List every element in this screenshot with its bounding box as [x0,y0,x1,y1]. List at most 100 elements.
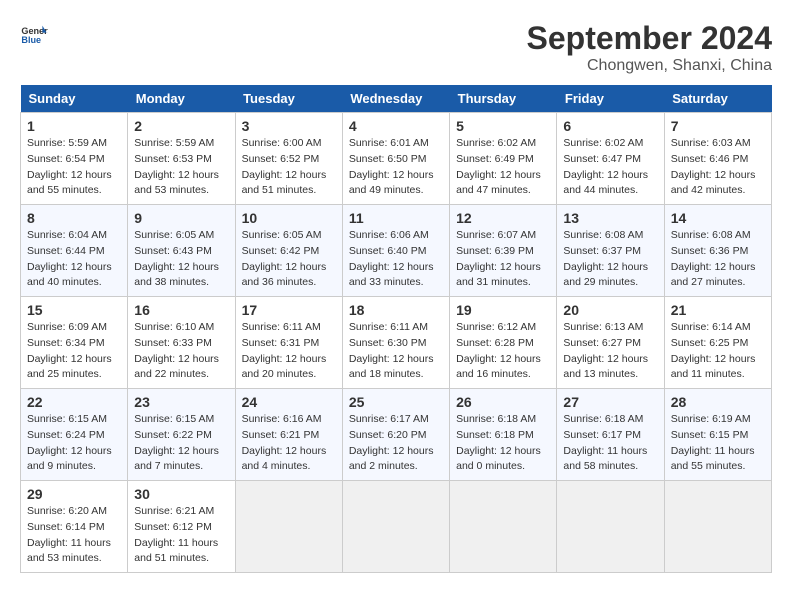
day-number: 3 [242,118,336,134]
day-info: Sunrise: 6:15 AM Sunset: 6:22 PM Dayligh… [134,412,228,475]
day-info: Sunrise: 6:19 AM Sunset: 6:15 PM Dayligh… [671,412,765,475]
day-info: Sunrise: 6:20 AM Sunset: 6:14 PM Dayligh… [27,504,121,567]
day-number: 17 [242,302,336,318]
day-info: Sunrise: 5:59 AM Sunset: 6:53 PM Dayligh… [134,136,228,199]
page-header: General Blue September 2024 Chongwen, Sh… [20,20,772,75]
table-row: 12 Sunrise: 6:07 AM Sunset: 6:39 PM Dayl… [450,205,557,297]
day-number: 23 [134,394,228,410]
table-row: 26 Sunrise: 6:18 AM Sunset: 6:18 PM Dayl… [450,389,557,481]
day-number: 7 [671,118,765,134]
table-row [342,481,449,573]
header-row: Sunday Monday Tuesday Wednesday Thursday… [21,85,772,113]
table-row: 14 Sunrise: 6:08 AM Sunset: 6:36 PM Dayl… [664,205,771,297]
table-row: 28 Sunrise: 6:19 AM Sunset: 6:15 PM Dayl… [664,389,771,481]
day-number: 24 [242,394,336,410]
table-row: 24 Sunrise: 6:16 AM Sunset: 6:21 PM Dayl… [235,389,342,481]
table-row: 19 Sunrise: 6:12 AM Sunset: 6:28 PM Dayl… [450,297,557,389]
month-year: September 2024 [527,20,772,57]
location: Chongwen, Shanxi, China [527,57,772,75]
table-row: 13 Sunrise: 6:08 AM Sunset: 6:37 PM Dayl… [557,205,664,297]
table-row: 16 Sunrise: 6:10 AM Sunset: 6:33 PM Dayl… [128,297,235,389]
col-monday: Monday [128,85,235,113]
day-info: Sunrise: 6:17 AM Sunset: 6:20 PM Dayligh… [349,412,443,475]
logo: General Blue [20,20,48,48]
day-info: Sunrise: 6:11 AM Sunset: 6:31 PM Dayligh… [242,320,336,383]
day-info: Sunrise: 6:10 AM Sunset: 6:33 PM Dayligh… [134,320,228,383]
table-row: 15 Sunrise: 6:09 AM Sunset: 6:34 PM Dayl… [21,297,128,389]
day-info: Sunrise: 6:00 AM Sunset: 6:52 PM Dayligh… [242,136,336,199]
day-info: Sunrise: 6:15 AM Sunset: 6:24 PM Dayligh… [27,412,121,475]
day-info: Sunrise: 6:18 AM Sunset: 6:17 PM Dayligh… [563,412,657,475]
calendar-week-1: 8 Sunrise: 6:04 AM Sunset: 6:44 PM Dayli… [21,205,772,297]
day-number: 9 [134,210,228,226]
calendar-week-4: 29 Sunrise: 6:20 AM Sunset: 6:14 PM Dayl… [21,481,772,573]
day-number: 19 [456,302,550,318]
table-row: 29 Sunrise: 6:20 AM Sunset: 6:14 PM Dayl… [21,481,128,573]
svg-text:Blue: Blue [21,35,41,45]
title-block: September 2024 Chongwen, Shanxi, China [527,20,772,75]
day-number: 13 [563,210,657,226]
day-info: Sunrise: 6:13 AM Sunset: 6:27 PM Dayligh… [563,320,657,383]
calendar-week-2: 15 Sunrise: 6:09 AM Sunset: 6:34 PM Dayl… [21,297,772,389]
calendar-table: Sunday Monday Tuesday Wednesday Thursday… [20,85,772,573]
col-sunday: Sunday [21,85,128,113]
day-number: 21 [671,302,765,318]
day-info: Sunrise: 6:02 AM Sunset: 6:49 PM Dayligh… [456,136,550,199]
table-row [664,481,771,573]
day-number: 27 [563,394,657,410]
day-number: 1 [27,118,121,134]
day-info: Sunrise: 6:16 AM Sunset: 6:21 PM Dayligh… [242,412,336,475]
day-info: Sunrise: 6:09 AM Sunset: 6:34 PM Dayligh… [27,320,121,383]
table-row: 11 Sunrise: 6:06 AM Sunset: 6:40 PM Dayl… [342,205,449,297]
day-info: Sunrise: 6:05 AM Sunset: 6:43 PM Dayligh… [134,228,228,291]
day-number: 15 [27,302,121,318]
day-number: 5 [456,118,550,134]
day-number: 25 [349,394,443,410]
table-row [557,481,664,573]
table-row: 25 Sunrise: 6:17 AM Sunset: 6:20 PM Dayl… [342,389,449,481]
table-row: 21 Sunrise: 6:14 AM Sunset: 6:25 PM Dayl… [664,297,771,389]
table-row: 17 Sunrise: 6:11 AM Sunset: 6:31 PM Dayl… [235,297,342,389]
day-number: 30 [134,486,228,502]
table-row [450,481,557,573]
table-row: 3 Sunrise: 6:00 AM Sunset: 6:52 PM Dayli… [235,113,342,205]
day-number: 18 [349,302,443,318]
day-number: 12 [456,210,550,226]
day-number: 16 [134,302,228,318]
day-number: 22 [27,394,121,410]
table-row: 23 Sunrise: 6:15 AM Sunset: 6:22 PM Dayl… [128,389,235,481]
col-tuesday: Tuesday [235,85,342,113]
day-number: 20 [563,302,657,318]
day-number: 2 [134,118,228,134]
table-row: 22 Sunrise: 6:15 AM Sunset: 6:24 PM Dayl… [21,389,128,481]
table-row: 8 Sunrise: 6:04 AM Sunset: 6:44 PM Dayli… [21,205,128,297]
table-row: 7 Sunrise: 6:03 AM Sunset: 6:46 PM Dayli… [664,113,771,205]
day-info: Sunrise: 6:05 AM Sunset: 6:42 PM Dayligh… [242,228,336,291]
day-info: Sunrise: 6:12 AM Sunset: 6:28 PM Dayligh… [456,320,550,383]
table-row: 5 Sunrise: 6:02 AM Sunset: 6:49 PM Dayli… [450,113,557,205]
day-info: Sunrise: 6:06 AM Sunset: 6:40 PM Dayligh… [349,228,443,291]
logo-icon: General Blue [20,20,48,48]
calendar-week-0: 1 Sunrise: 5:59 AM Sunset: 6:54 PM Dayli… [21,113,772,205]
day-number: 11 [349,210,443,226]
day-info: Sunrise: 6:01 AM Sunset: 6:50 PM Dayligh… [349,136,443,199]
table-row: 30 Sunrise: 6:21 AM Sunset: 6:12 PM Dayl… [128,481,235,573]
day-number: 8 [27,210,121,226]
day-number: 28 [671,394,765,410]
day-number: 26 [456,394,550,410]
calendar-week-3: 22 Sunrise: 6:15 AM Sunset: 6:24 PM Dayl… [21,389,772,481]
day-info: Sunrise: 6:02 AM Sunset: 6:47 PM Dayligh… [563,136,657,199]
day-info: Sunrise: 6:21 AM Sunset: 6:12 PM Dayligh… [134,504,228,567]
day-number: 29 [27,486,121,502]
table-row: 9 Sunrise: 6:05 AM Sunset: 6:43 PM Dayli… [128,205,235,297]
day-info: Sunrise: 6:07 AM Sunset: 6:39 PM Dayligh… [456,228,550,291]
col-wednesday: Wednesday [342,85,449,113]
table-row: 6 Sunrise: 6:02 AM Sunset: 6:47 PM Dayli… [557,113,664,205]
table-row: 20 Sunrise: 6:13 AM Sunset: 6:27 PM Dayl… [557,297,664,389]
day-info: Sunrise: 6:18 AM Sunset: 6:18 PM Dayligh… [456,412,550,475]
table-row: 18 Sunrise: 6:11 AM Sunset: 6:30 PM Dayl… [342,297,449,389]
day-number: 6 [563,118,657,134]
day-info: Sunrise: 6:04 AM Sunset: 6:44 PM Dayligh… [27,228,121,291]
day-info: Sunrise: 6:03 AM Sunset: 6:46 PM Dayligh… [671,136,765,199]
day-number: 14 [671,210,765,226]
